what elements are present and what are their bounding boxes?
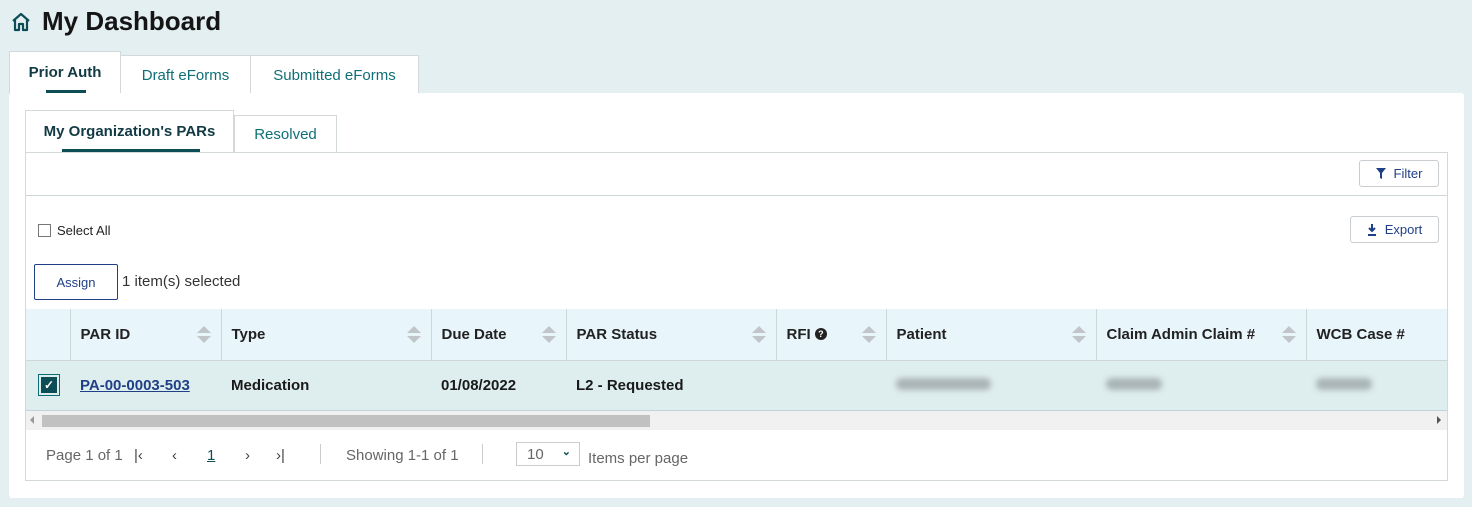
export-label: Export [1384,222,1423,237]
select-column-header [26,309,71,361]
next-page-icon[interactable]: › [245,447,250,464]
wcb-case-cell [1306,360,1447,411]
first-page-icon[interactable]: |‹ [134,447,143,464]
sort-icon[interactable] [1281,326,1296,346]
page-size-select[interactable]: 10 ⌄ [516,442,580,466]
showing-text: Showing 1-1 of 1 [346,447,459,464]
help-icon[interactable]: ? [814,327,827,340]
check-icon: ✓ [41,377,57,393]
redacted-wcb-case [1316,377,1372,390]
tab-label: Prior Auth [28,64,102,81]
column-header-claim-admin-claim[interactable]: Claim Admin Claim # [1096,309,1307,361]
column-header-type[interactable]: Type [221,309,432,361]
filter-label: Filter [1393,166,1423,181]
select-all[interactable]: Select All [38,223,110,238]
chevron-down-icon: ⌄ [561,446,571,458]
scroll-right-icon[interactable] [1437,416,1441,424]
sort-icon[interactable] [406,326,421,346]
type-cell: Medication [221,360,431,411]
column-label: Patient [896,325,947,343]
tab-submitted-eforms[interactable]: Submitted eForms [250,55,419,95]
tab-resolved[interactable]: Resolved [234,115,337,153]
tab-label: Submitted eForms [273,67,396,84]
column-header-par-status[interactable]: PAR Status [566,309,777,361]
items-per-page-label: Items per page [588,450,689,467]
par-id-link[interactable]: PA-00-0003-503 [80,377,190,394]
column-label: Due Date [441,325,507,343]
page-header: My Dashboard [10,6,221,37]
tab-prior-auth[interactable]: Prior Auth [9,51,121,93]
scroll-left-icon[interactable] [30,416,34,424]
column-label: Type [231,325,266,343]
select-all-label: Select All [57,223,111,238]
redacted-patient [896,377,991,390]
page-size-value: 10 [527,446,544,463]
tab-label: Resolved [254,126,317,143]
last-page-icon[interactable]: ›| [276,447,285,464]
patient-cell [886,360,1096,411]
pars-table: PAR ID Type Due Date PAR Status RFI ? Pa… [26,309,1447,411]
page-title: My Dashboard [42,6,222,36]
claim-cell [1096,360,1306,411]
export-button[interactable]: Export [1350,216,1439,243]
tab-my-organizations-pars[interactable]: My Organization's PARs [25,110,234,152]
row-checkbox[interactable]: ✓ [38,374,60,396]
table-row[interactable]: ✓ PA-00-0003-503 Medication 01/08/2022 L… [26,360,1447,411]
page-indicator: Page 1 of 1 [46,447,123,464]
prev-page-icon[interactable]: ‹ [172,447,177,464]
divider [320,444,321,464]
column-label: RFI [786,325,811,343]
home-icon[interactable] [10,11,32,33]
horizontal-scrollbar[interactable] [26,411,1447,430]
tab-label: My Organization's PARs [43,123,216,140]
column-label: Claim Admin Claim # [1106,325,1256,343]
table-header-row: PAR ID Type Due Date PAR Status RFI ? Pa… [26,309,1447,361]
due-date-cell: 01/08/2022 [431,360,566,411]
sort-icon[interactable] [196,326,211,346]
column-header-wcb-case[interactable]: WCB Case # [1306,309,1447,361]
sort-icon[interactable] [1071,326,1086,346]
redacted-claim [1106,377,1162,390]
page-1-link[interactable]: 1 [207,447,215,464]
column-header-rfi[interactable]: RFI ? [776,309,887,361]
filter-icon [1375,168,1386,179]
column-label: WCB Case # [1316,325,1405,343]
status-cell: L2 - Requested [566,360,776,411]
column-header-par-id[interactable]: PAR ID [70,309,222,361]
download-icon [1367,223,1376,236]
column-header-patient[interactable]: Patient [886,309,1097,361]
sort-icon[interactable] [541,326,556,346]
select-all-checkbox[interactable] [38,224,51,237]
tab-draft-eforms[interactable]: Draft eForms [120,55,251,95]
pars-panel: Filter Select All Export Assign 1 item(s… [25,152,1448,481]
divider [26,195,1447,196]
divider [482,444,483,464]
column-header-due-date[interactable]: Due Date [431,309,567,361]
scrollbar-thumb[interactable] [42,415,650,427]
assign-button[interactable]: Assign [34,264,118,300]
sort-icon[interactable] [751,326,766,346]
sort-icon[interactable] [861,326,876,346]
column-label: PAR ID [80,325,131,343]
column-label: PAR Status [576,325,658,343]
assign-label: Assign [56,274,96,290]
rfi-cell [776,360,886,411]
filter-button[interactable]: Filter [1359,160,1439,187]
tab-label: Draft eForms [141,67,230,84]
selection-count: 1 item(s) selected [122,273,241,290]
